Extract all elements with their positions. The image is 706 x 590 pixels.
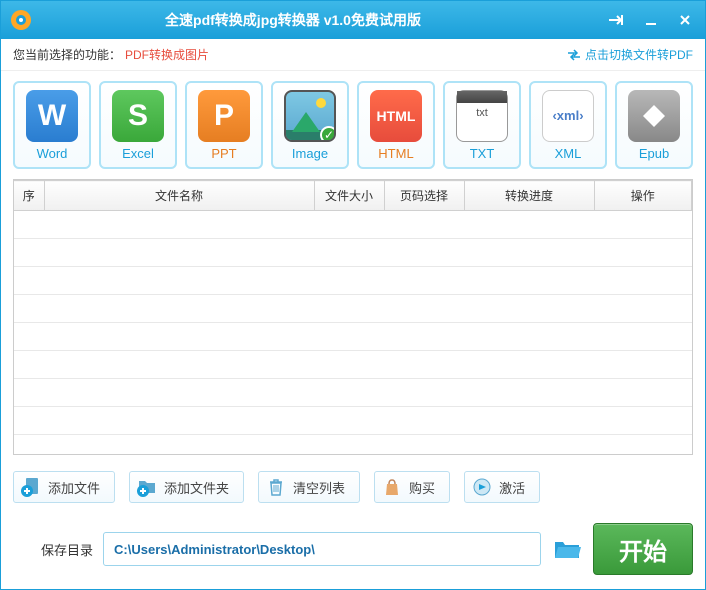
format-txt-button[interactable]: txt TXT bbox=[443, 81, 521, 169]
add-folder-button[interactable]: 添加文件夹 bbox=[129, 471, 244, 503]
format-excel-label: Excel bbox=[122, 146, 154, 161]
table-row bbox=[14, 379, 692, 407]
format-ppt-label: PPT bbox=[211, 146, 236, 161]
format-epub-button[interactable]: Epub bbox=[615, 81, 693, 169]
start-button[interactable]: 开始 bbox=[593, 523, 693, 575]
file-grid[interactable]: 序 文件名称 文件大小 页码选择 转换进度 操作 bbox=[13, 179, 693, 455]
add-file-icon bbox=[20, 476, 42, 498]
col-header-action[interactable]: 操作 bbox=[594, 181, 692, 211]
format-word-label: Word bbox=[37, 146, 68, 161]
format-image-button[interactable]: ✓ Image bbox=[271, 81, 349, 169]
xml-icon: ‹xml› bbox=[542, 90, 594, 142]
format-ppt-button[interactable]: P PPT bbox=[185, 81, 263, 169]
minimize-button[interactable] bbox=[639, 10, 663, 30]
folder-icon bbox=[553, 538, 581, 560]
format-txt-label: TXT bbox=[470, 146, 495, 161]
table-header-row: 序 文件名称 文件大小 页码选择 转换进度 操作 bbox=[14, 181, 692, 211]
current-function-label: 您当前选择的功能： bbox=[13, 46, 121, 63]
close-button[interactable] bbox=[673, 10, 697, 30]
format-xml-button[interactable]: ‹xml› XML bbox=[529, 81, 607, 169]
image-icon: ✓ bbox=[284, 90, 336, 142]
format-image-label: Image bbox=[292, 146, 328, 161]
save-path-input[interactable] bbox=[103, 532, 541, 566]
txt-icon: txt bbox=[456, 90, 508, 142]
pin-button[interactable] bbox=[605, 10, 629, 30]
col-header-seq[interactable]: 序 bbox=[14, 181, 44, 211]
table-row bbox=[14, 351, 692, 379]
titlebar[interactable]: 全速pdf转换成jpg转换器 v1.0免费试用版 bbox=[1, 1, 705, 39]
epub-icon bbox=[628, 90, 680, 142]
clear-list-button[interactable]: 清空列表 bbox=[258, 471, 360, 503]
table-row bbox=[14, 239, 692, 267]
table-row bbox=[14, 323, 692, 351]
buy-button[interactable]: 购买 bbox=[374, 471, 450, 503]
format-html-button[interactable]: HTML HTML bbox=[357, 81, 435, 169]
col-header-name[interactable]: 文件名称 bbox=[44, 181, 314, 211]
format-xml-label: XML bbox=[555, 146, 582, 161]
action-buttons-row: 添加文件 添加文件夹 清空列表 购买 激活 bbox=[1, 465, 705, 515]
table-row bbox=[14, 211, 692, 239]
add-file-button[interactable]: 添加文件 bbox=[13, 471, 115, 503]
col-header-page[interactable]: 页码选择 bbox=[384, 181, 464, 211]
col-header-progress[interactable]: 转换进度 bbox=[464, 181, 594, 211]
switch-mode-link[interactable]: 点击切换文件转PDF bbox=[567, 46, 693, 63]
html-icon: HTML bbox=[370, 90, 422, 142]
trash-icon bbox=[265, 476, 287, 498]
table-row bbox=[14, 295, 692, 323]
swap-icon bbox=[567, 49, 581, 61]
table-row bbox=[14, 267, 692, 295]
function-toolbar: 您当前选择的功能： PDF转换成图片 点击切换文件转PDF bbox=[1, 39, 705, 71]
browse-folder-button[interactable] bbox=[551, 536, 583, 562]
add-folder-icon bbox=[136, 476, 158, 498]
format-selector: W Word S Excel P PPT ✓ Image HTML HTML t… bbox=[1, 71, 705, 179]
word-icon: W bbox=[26, 90, 78, 142]
format-epub-label: Epub bbox=[639, 146, 669, 161]
current-function-value: PDF转换成图片 bbox=[125, 46, 209, 63]
bottom-row: 保存目录 开始 bbox=[1, 515, 705, 589]
app-window: 全速pdf转换成jpg转换器 v1.0免费试用版 您当前选择的功能： PDF转换… bbox=[0, 0, 706, 590]
activate-icon bbox=[471, 476, 493, 498]
format-word-button[interactable]: W Word bbox=[13, 81, 91, 169]
shopping-bag-icon bbox=[381, 476, 403, 498]
window-title: 全速pdf转换成jpg转换器 v1.0免费试用版 bbox=[0, 10, 605, 30]
ppt-icon: P bbox=[198, 90, 250, 142]
activate-button[interactable]: 激活 bbox=[464, 471, 540, 503]
col-header-size[interactable]: 文件大小 bbox=[314, 181, 384, 211]
format-excel-button[interactable]: S Excel bbox=[99, 81, 177, 169]
save-dir-label: 保存目录 bbox=[41, 540, 93, 559]
window-buttons bbox=[605, 10, 697, 30]
format-html-label: HTML bbox=[378, 146, 413, 161]
excel-icon: S bbox=[112, 90, 164, 142]
table-row bbox=[14, 407, 692, 435]
